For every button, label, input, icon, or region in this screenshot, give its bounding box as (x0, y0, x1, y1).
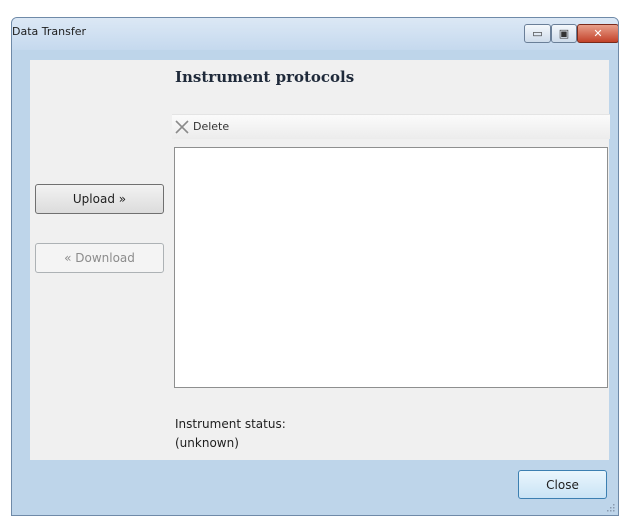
protocol-toolbar: Delete (172, 114, 610, 139)
close-button[interactable]: Close (518, 470, 607, 499)
delete-x-icon (175, 120, 189, 134)
instrument-status-label: Instrument status: (175, 417, 286, 431)
close-window-button[interactable]: ✕ (577, 24, 618, 43)
upload-button[interactable]: Upload » (35, 184, 164, 214)
data-transfer-window: Data Transfer ▭ ▣ ✕ Instrument protocols… (11, 17, 619, 516)
minimize-icon: ▭ (532, 27, 543, 40)
delete-label: Delete (193, 120, 230, 133)
maximize-icon: ▣ (558, 27, 570, 40)
resize-grip-icon[interactable] (607, 504, 615, 512)
instrument-status-value: (unknown) (175, 436, 239, 450)
protocol-list[interactable] (174, 147, 608, 388)
maximize-button[interactable]: ▣ (551, 24, 577, 43)
client-area: Instrument protocols Delete Upload » « D… (30, 60, 610, 460)
close-icon: ✕ (593, 27, 603, 40)
delete-button[interactable]: Delete (172, 115, 242, 139)
minimize-button[interactable]: ▭ (524, 24, 551, 43)
title-bar[interactable]: Data Transfer ▭ ▣ ✕ (12, 18, 618, 50)
download-button[interactable]: « Download (35, 243, 164, 273)
section-heading: Instrument protocols (175, 68, 355, 86)
window-title: Data Transfer (12, 25, 86, 38)
